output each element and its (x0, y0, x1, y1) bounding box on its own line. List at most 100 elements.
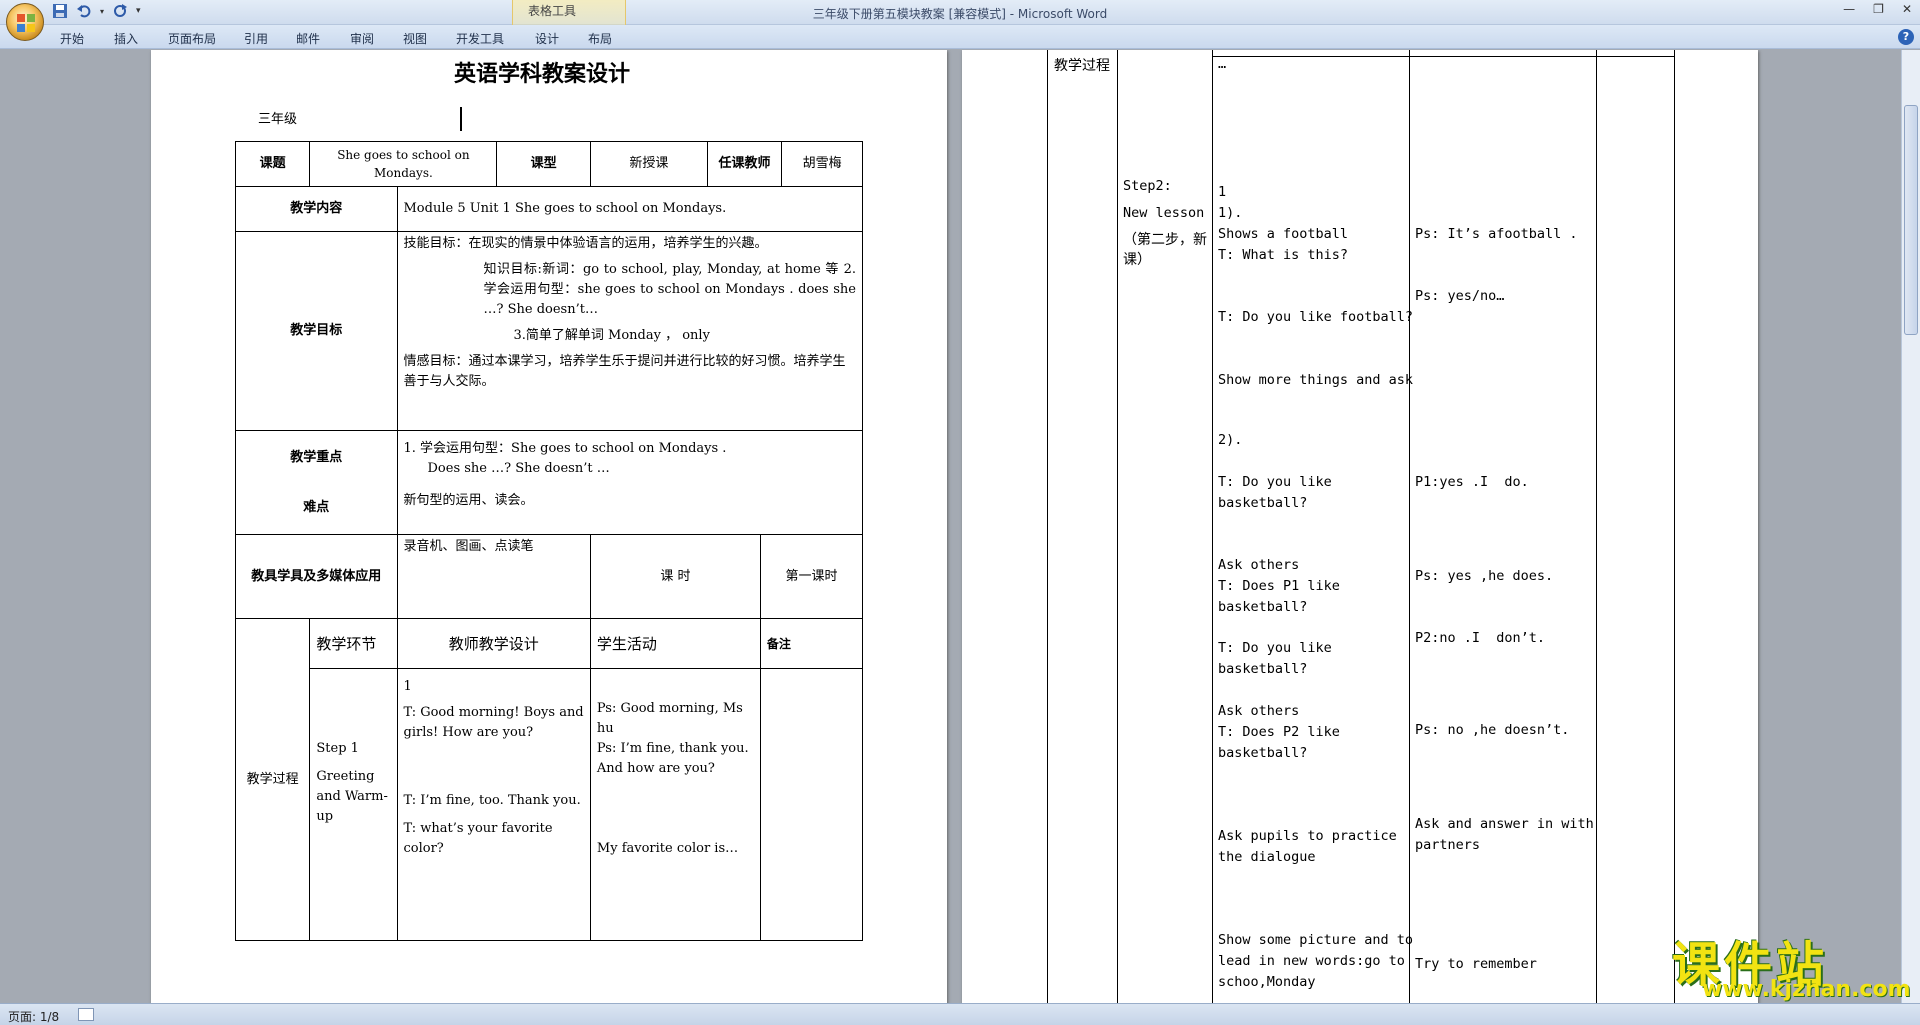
stage-up: up (316, 809, 334, 824)
p2-t8: T: Do you like (1218, 474, 1332, 490)
key-point-2: Does she …? She doesn’t … (427, 461, 610, 476)
vertical-scrollbar[interactable] (1901, 50, 1920, 1003)
stage-step1: Step 1 (316, 741, 359, 756)
key-points-label-1: 教学重点 (290, 449, 343, 465)
tab-page-layout[interactable]: 页面布局 (168, 30, 216, 47)
p2-s0: Ps: It’s afootball . (1415, 226, 1578, 242)
window-controls: — ❐ ✕ (1843, 2, 1912, 16)
window-title: 三年级下册第五模块教案 [兼容模式] - Microsoft Word (812, 7, 1108, 21)
table-border-c4 (1596, 50, 1597, 1003)
p2-t12: basketball? (1218, 599, 1308, 615)
office-button[interactable] (6, 3, 44, 41)
table-border-top (1212, 56, 1675, 57)
page-indicator[interactable]: 页面: 1/8 (8, 1008, 59, 1025)
p2-s6: Ask and answer in with (1415, 816, 1594, 832)
p2-t19: the dialogue (1218, 849, 1316, 865)
tab-review[interactable]: 审阅 (350, 30, 374, 47)
teacher-line-1: 1 (403, 679, 412, 694)
minimize-icon[interactable]: — (1843, 2, 1855, 16)
p2-t4: T: What is this? (1218, 247, 1349, 263)
teacher-design-cell: 1 T: Good morning! Boys and girls! How a… (396, 668, 591, 941)
p2-t16: T: Does P2 like (1218, 724, 1340, 740)
scrollbar-thumb[interactable] (1904, 105, 1918, 335)
text-cursor (460, 107, 462, 131)
skill-objective: 技能目标：在现实的情景中体验语言的运用，培养学生的兴趣。 (403, 236, 768, 251)
p2-t15: Ask others (1218, 703, 1300, 719)
watermark-url: www.kjzhan.com (1702, 977, 1911, 1002)
p2-step2: Step2: (1123, 178, 1172, 194)
emotion-objective: 情感目标：通过本课学习，培养学生乐于提问并进行比较的好习惯。培养学生善于与人交际… (403, 354, 846, 389)
p2-t0: … (1218, 56, 1227, 72)
topic-value: She goes to school on Mondays. (309, 141, 498, 187)
maximize-icon[interactable]: ❐ (1873, 2, 1884, 16)
document-page-2: 教学过程 Step2: New lesson （第二步，新课） … 1 1). … (962, 50, 1758, 1003)
tab-design[interactable]: 设计 (535, 30, 559, 47)
tab-mailings[interactable]: 邮件 (296, 30, 320, 47)
close-icon[interactable]: ✕ (1902, 2, 1912, 16)
notes-cell (759, 668, 864, 941)
student-line-1: Ps: Good morning, Ms hu (596, 701, 743, 736)
title-bar: ▾ ▾ 三年级下册第五模块教案 [兼容模式] - Microsoft Word … (0, 0, 1920, 25)
tab-layout[interactable]: 布局 (588, 30, 612, 47)
tab-references[interactable]: 引用 (244, 30, 268, 47)
help-icon[interactable]: ? (1898, 29, 1914, 45)
office-logo-icon (17, 14, 35, 32)
knowledge-objective-3: 3.简单了解单词 Monday ， only (513, 328, 710, 343)
stage-cell: Step 1 Greeting and Warm- up (309, 668, 398, 941)
tab-insert[interactable]: 插入 (114, 30, 138, 47)
p2-t3: Shows a football (1218, 226, 1349, 242)
type-value: 新授课 (589, 141, 708, 187)
p2-process-label: 教学过程 (1054, 58, 1110, 74)
proofing-icon[interactable] (78, 1008, 94, 1021)
grade-label: 三年级 (258, 112, 298, 127)
p2-t13: T: Do you like (1218, 640, 1332, 656)
p2-t18: Ask pupils to practice (1218, 828, 1397, 844)
table-tools-label: 表格工具 (528, 4, 577, 18)
p2-t1: 1 (1218, 184, 1227, 200)
p2-s8: Try to remember (1415, 956, 1537, 972)
stage-greeting: Greeting (316, 769, 375, 784)
p2-s5: Ps: no ,he doesn’t. (1415, 722, 1570, 738)
p2-t10: Ask others (1218, 557, 1300, 573)
objectives-value: 技能目标：在现实的情景中体验语言的运用，培养学生的兴趣。 知识目标:新词：go … (396, 231, 863, 431)
teacher-value: 胡雪梅 (781, 141, 863, 187)
teacher-label: 任课教师 (706, 141, 783, 187)
p2-t2: 1). (1218, 205, 1243, 221)
document-area: 英语学科教案设计 三年级 课题 She goes to school on Mo… (0, 50, 1901, 1003)
period-value: 第一课时 (759, 534, 864, 619)
type-label: 课型 (496, 141, 591, 187)
student-activity-header: 学生活动 (589, 618, 761, 669)
knowledge-objective: 知识目标:新词：go to school, play, Monday, at h… (483, 262, 857, 317)
table-border-c1 (1117, 50, 1118, 1003)
tab-home[interactable]: 开始 (60, 30, 84, 47)
document-page-1: 英语学科教案设计 三年级 课题 She goes to school on Mo… (151, 50, 947, 1003)
stage-header: 教学环节 (309, 618, 398, 669)
p2-t6: Show more things and ask (1218, 372, 1414, 388)
p2-t14: basketball? (1218, 661, 1308, 677)
p2-t22: schoo,Monday (1218, 974, 1316, 990)
p2-s4: P2:no .I don’t. (1415, 630, 1546, 646)
tab-view[interactable]: 视图 (403, 30, 427, 47)
process-label: 教学过程 (234, 618, 311, 941)
key-points-value: 1. 学会运用句型：She goes to school on Mondays … (396, 430, 863, 535)
p2-s2: P1:yes .I do. (1415, 474, 1529, 490)
notes-header: 备注 (759, 618, 864, 669)
period-label: 课 时 (589, 534, 761, 619)
media-value: 录音机、图画、点读笔 (396, 534, 591, 619)
stage-warm: and Warm- (316, 789, 388, 804)
teacher-line-4: T: what’s your favorite color? (403, 821, 553, 856)
p2-t17: basketball? (1218, 745, 1308, 761)
p2-new-lesson-cn: （第二步，新课） (1123, 232, 1207, 268)
topic-label: 课题 (234, 141, 311, 187)
difficulty-label: 难点 (303, 499, 330, 515)
table-border-c3 (1409, 50, 1410, 1003)
p2-t21: lead in new words:go to (1218, 953, 1405, 969)
media-label: 教具学具及多媒体应用 (235, 534, 398, 619)
tab-developer[interactable]: 开发工具 (456, 30, 504, 47)
difficulty-value: 新句型的运用、读会。 (403, 493, 534, 508)
watermark-logo: 课件站 www.kjzhan.com (1672, 925, 1911, 1003)
p2-t5: T: Do you like football? (1218, 309, 1414, 325)
content-value: Module 5 Unit 1 She goes to school on Mo… (396, 186, 863, 232)
key-point-1: 1. 学会运用句型：She goes to school on Mondays … (403, 441, 727, 456)
student-activity-cell: Ps: Good morning, Ms hu Ps: I’m fine, th… (589, 668, 761, 941)
